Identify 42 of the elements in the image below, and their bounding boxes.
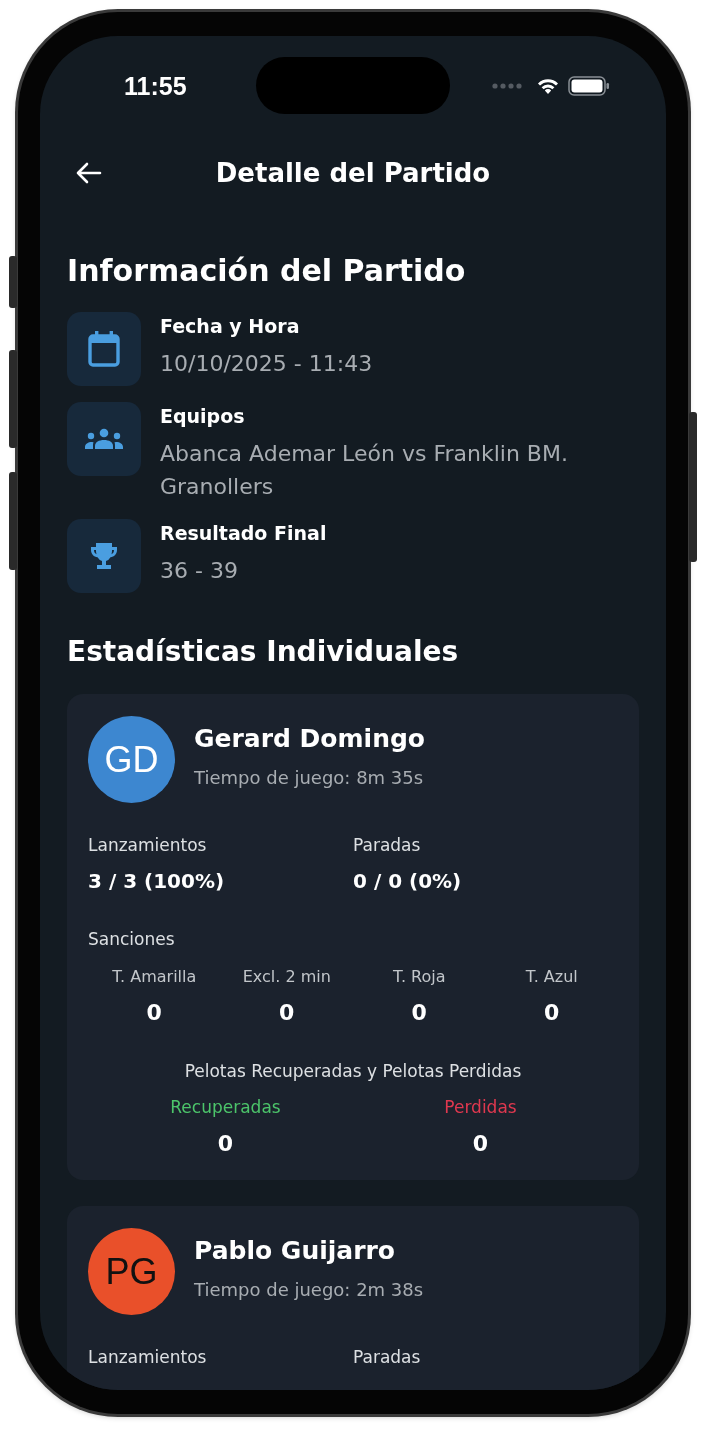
trophy-icon — [67, 519, 141, 593]
stat-label: Lanzamientos — [88, 835, 208, 855]
sanction-label: T. Roja — [393, 967, 446, 986]
calendar-icon — [67, 312, 141, 386]
sanction-value: 0 — [544, 1000, 560, 1025]
balls-label: Perdidas — [444, 1097, 517, 1117]
sanction-label: Excl. 2 min — [242, 967, 331, 986]
section-title: Información del Partido — [67, 253, 467, 288]
info-label: Fecha y Hora — [160, 315, 301, 337]
balls-value: 0 — [217, 1131, 234, 1156]
sanction-label: T. Amarilla — [112, 967, 197, 986]
player-name: Gerard Domingo — [194, 724, 426, 753]
battery-icon — [568, 76, 610, 96]
balls-value: 0 — [472, 1131, 489, 1156]
stat-value: 3 / 3 (100%) — [88, 869, 226, 893]
player-avatar: PG — [88, 1228, 175, 1315]
stat-label: Paradas — [353, 1347, 422, 1367]
balls-label: Recuperadas — [170, 1097, 281, 1117]
stat-label: Paradas — [353, 835, 422, 855]
player-avatar: GD — [88, 716, 175, 803]
group-icon — [67, 402, 141, 476]
sanction-value: 0 — [279, 1000, 295, 1025]
section-title: Estadísticas Individuales — [67, 635, 460, 668]
info-label: Equipos — [160, 405, 246, 427]
screen-title: Detalle del Partido — [215, 158, 491, 188]
info-value: 10/10/2025 - 11:43 — [160, 350, 373, 378]
play-time: Tiempo de juego: 8m 35s — [194, 767, 425, 788]
balls-title: Pelotas Recuperadas y Pelotas Perdidas — [183, 1061, 523, 1081]
stat-label: Lanzamientos — [88, 1347, 208, 1367]
stat-value: 0 / 0 (0%) — [353, 869, 463, 893]
info-value: 36 - 39 — [160, 557, 239, 585]
sanction-label: T. Azul — [525, 967, 578, 986]
info-label: Resultado Final — [160, 522, 327, 544]
cellular-signal-icon — [492, 82, 522, 90]
sanction-value: 0 — [146, 1000, 162, 1025]
player-name: Pablo Guijarro — [194, 1236, 397, 1265]
play-time: Tiempo de juego: 2m 38s — [194, 1279, 424, 1300]
sanctions-title: Sanciones — [88, 929, 176, 949]
sanction-value: 0 — [411, 1000, 427, 1025]
status-time: 11:55 — [124, 71, 187, 101]
wifi-icon — [536, 77, 560, 95]
info-value: Abanca Ademar León vs Franklin BM. Granollers — [160, 440, 569, 501]
